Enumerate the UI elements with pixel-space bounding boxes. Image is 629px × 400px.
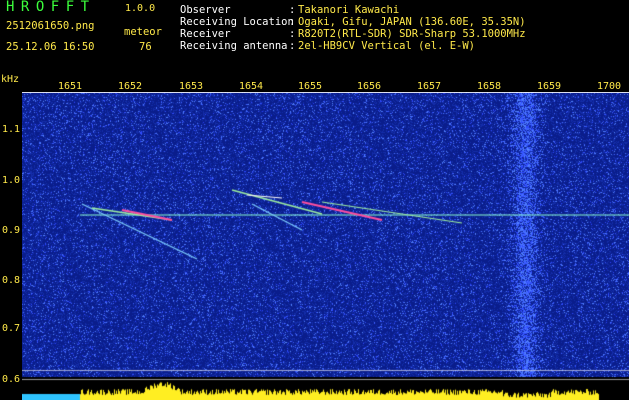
y-tick-label: 1.1 bbox=[2, 124, 21, 135]
meteor-count: 76 bbox=[139, 41, 152, 53]
antenna-key: Receiving antenna bbox=[180, 40, 288, 52]
x-tick-label: 1658 bbox=[477, 81, 502, 92]
file-name: 2512061650.png bbox=[6, 20, 95, 32]
observer-value: Takanori Kawachi bbox=[298, 4, 400, 16]
y-tick-label: 1.0 bbox=[2, 175, 21, 186]
x-tick-label: 1659 bbox=[537, 81, 562, 92]
plot-top-border bbox=[22, 92, 629, 93]
y-tick-label: 0.8 bbox=[2, 275, 21, 286]
x-tick-label: 1700 bbox=[597, 81, 622, 92]
antenna-colon: : bbox=[289, 40, 296, 52]
observer-colon: : bbox=[289, 4, 296, 16]
app-version: 1.0.0 bbox=[125, 3, 156, 14]
x-tick-label: 1653 bbox=[179, 81, 204, 92]
hrofft-window: HROFFT 1.0.0 2512061650.png meteor 25.12… bbox=[0, 0, 629, 400]
location-key: Receiving Location bbox=[180, 16, 294, 28]
x-tick-label: 1656 bbox=[357, 81, 382, 92]
spectrogram-canvas bbox=[22, 92, 629, 400]
x-tick-label: 1657 bbox=[417, 81, 442, 92]
location-value: Ogaki, Gifu, JAPAN (136.60E, 35.35N) bbox=[298, 16, 526, 28]
y-tick-label: 0.6 bbox=[2, 374, 21, 385]
x-tick-label: 1654 bbox=[239, 81, 264, 92]
x-tick-label: 1651 bbox=[58, 81, 83, 92]
x-tick-label: 1655 bbox=[298, 81, 323, 92]
antenna-value: 2el-HB9CV Vertical (el. E-W) bbox=[298, 40, 476, 52]
app-title: HROFFT bbox=[6, 0, 96, 15]
receiver-key: Receiver bbox=[180, 28, 231, 40]
timestamp: 25.12.06 16:50 bbox=[6, 41, 95, 53]
y-tick-label: 0.9 bbox=[2, 225, 21, 236]
detection-label: meteor bbox=[124, 26, 162, 38]
y-axis-unit-label: kHz bbox=[1, 74, 20, 85]
receiver-colon: : bbox=[289, 28, 296, 40]
x-tick-label: 1652 bbox=[118, 81, 143, 92]
location-colon: : bbox=[289, 16, 296, 28]
observer-key: Observer bbox=[180, 4, 231, 16]
receiver-value: R820T2(RTL-SDR) SDR-Sharp 53.1000MHz bbox=[298, 28, 526, 40]
y-tick-label: 0.7 bbox=[2, 323, 21, 334]
